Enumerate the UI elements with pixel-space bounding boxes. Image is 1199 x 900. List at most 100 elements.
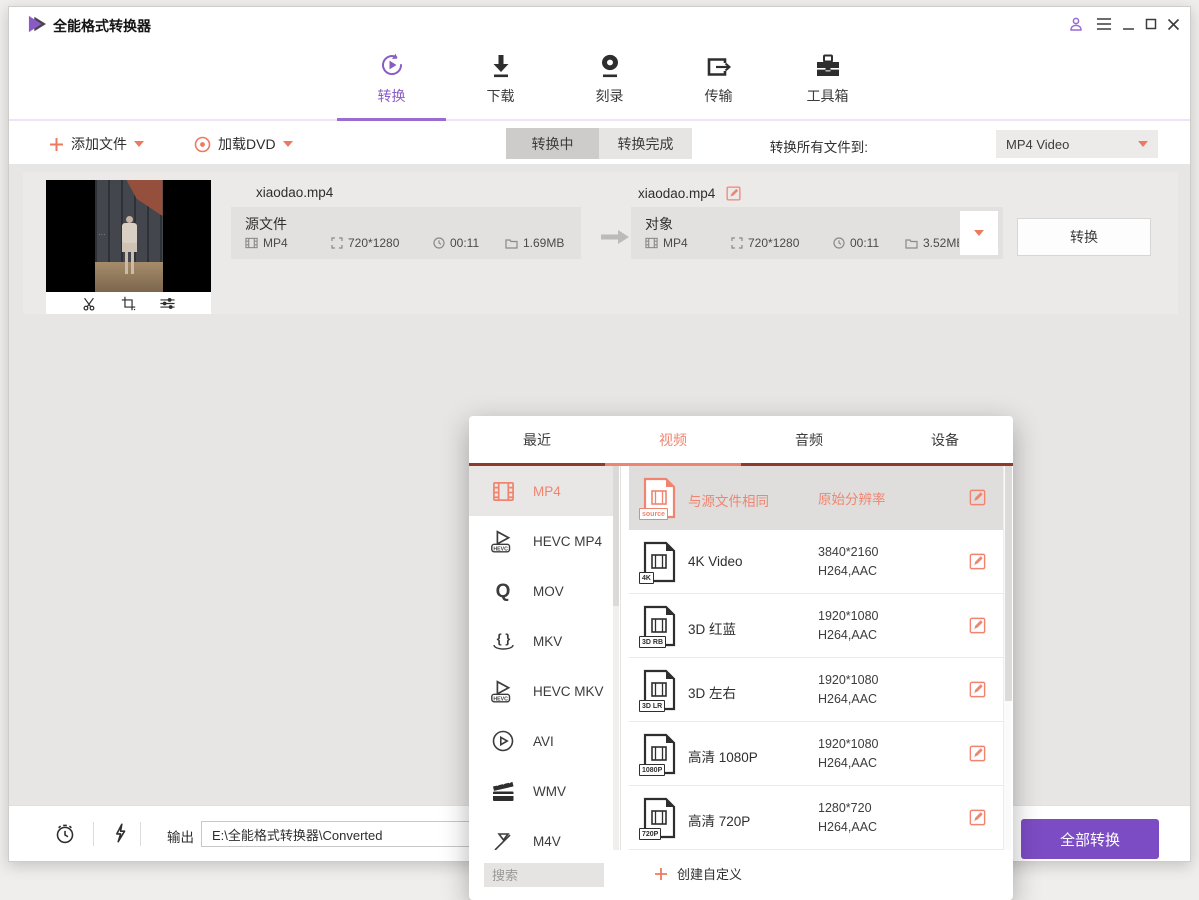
toolbox-icon: [815, 51, 841, 79]
film-icon: [489, 478, 517, 504]
tab-transfer[interactable]: 传输: [664, 51, 773, 106]
plus-icon: [49, 137, 64, 152]
format-item-avi[interactable]: AVI: [469, 716, 614, 766]
edit-preset-icon[interactable]: [968, 488, 987, 507]
toolbar: 添加文件 加载DVD 转换中 转换完成 转换所有文件到: MP4 Video: [9, 123, 1190, 164]
effects-sliders-icon[interactable]: [159, 295, 176, 312]
source-file-name: xiaodao.mp4: [256, 185, 333, 200]
plus-icon: [654, 867, 668, 881]
main-nav: 转换 下载 刻录 传输: [9, 41, 1190, 121]
trim-scissors-icon[interactable]: [81, 295, 98, 312]
tab-converting[interactable]: 转换中: [506, 128, 599, 159]
tab-finished[interactable]: 转换完成: [599, 128, 692, 159]
convert-all-to-label: 转换所有文件到:: [770, 136, 868, 156]
1080p-doc-icon: 1080P: [642, 733, 676, 775]
popup-tab-video[interactable]: 视频: [605, 416, 741, 463]
clock-icon: [833, 237, 845, 249]
file-row[interactable]: ··· xiaodao.mp4 源文件 MP4 720*: [23, 172, 1178, 314]
tab-convert[interactable]: 转换: [337, 51, 446, 106]
high-speed-lightning-icon[interactable]: [109, 822, 131, 844]
popup-tab-device[interactable]: 设备: [877, 416, 1013, 463]
format-item-wmv[interactable]: WMV: [469, 766, 614, 816]
transfer-icon: [705, 51, 733, 79]
account-icon[interactable]: [1066, 14, 1086, 34]
burn-disc-icon: [598, 51, 622, 79]
edit-preset-icon[interactable]: [968, 680, 987, 699]
search-input[interactable]: [484, 863, 604, 887]
output-format-select[interactable]: MP4 Video: [996, 130, 1158, 158]
format-item-mkv[interactable]: { } MKV: [469, 616, 614, 666]
preset-same-as-source[interactable]: source 与源文件相同 原始分辨率: [629, 466, 1003, 530]
file-list-area: ··· xiaodao.mp4 源文件 MP4 720*: [9, 164, 1190, 805]
format-list-scrollbar[interactable]: [613, 466, 619, 850]
source-size: 1.69MB: [505, 236, 564, 250]
format-list: MP4 HEVC HEVC MP4 Q MOV { } MKV HEVC HEV…: [469, 466, 621, 850]
source-panel-title: 源文件: [245, 214, 287, 234]
output-label: 输出: [167, 826, 194, 846]
minimize-button[interactable]: [1118, 14, 1138, 34]
preset-hd-1080p[interactable]: 1080P 高清 1080P 1920*1080H264,AAC: [629, 722, 1003, 786]
target-format-dropdown-button[interactable]: [959, 210, 999, 256]
convert-direction-arrow-icon: [599, 227, 631, 247]
dropdown-caret-icon: [974, 230, 984, 236]
load-dvd-caret-icon: [283, 141, 293, 147]
target-size: 3.52MB: [905, 236, 964, 250]
3d-rb-doc-icon: 3D RB: [642, 605, 676, 647]
convert-all-button[interactable]: 全部转换: [1021, 819, 1159, 859]
film-icon: [245, 237, 258, 249]
format-item-hevc-mkv[interactable]: HEVC HEVC MKV: [469, 666, 614, 716]
app-window: 全能格式转换器 转换: [8, 6, 1191, 862]
target-info-panel: 对象 MP4 720*1280 00:11: [631, 207, 1003, 259]
4k-doc-icon: 4K: [642, 541, 676, 583]
thumbnail-toolbar: [46, 292, 211, 314]
schedule-clock-icon[interactable]: [54, 823, 76, 845]
preset-3d-red-blue[interactable]: 3D RB 3D 红蓝 1920*1080H264,AAC: [629, 594, 1003, 658]
edit-preset-icon[interactable]: [968, 552, 987, 571]
close-button[interactable]: [1163, 14, 1183, 34]
source-format: MP4: [245, 236, 331, 250]
format-item-hevc-mp4[interactable]: HEVC HEVC MP4: [469, 516, 614, 566]
create-custom-button[interactable]: 创建自定义: [654, 864, 742, 883]
app-logo-icon: [27, 15, 47, 33]
edit-preset-icon[interactable]: [968, 616, 987, 635]
preset-3d-left-right[interactable]: 3D LR 3D 左右 1920*1080H264,AAC: [629, 658, 1003, 722]
braces-icon: { }: [489, 628, 517, 654]
preset-list-scrollbar[interactable]: [1003, 466, 1011, 850]
convert-icon: [378, 51, 406, 79]
preset-hd-720p[interactable]: 720P 高清 720P 1280*720H264,AAC: [629, 786, 1003, 850]
popup-footer: 创建自定义: [469, 850, 1013, 900]
edit-preset-icon[interactable]: [968, 808, 987, 827]
target-resolution: 720*1280: [731, 236, 833, 250]
queue-tabs: 转换中 转换完成: [506, 128, 692, 159]
load-dvd-button[interactable]: 加载DVD: [194, 131, 293, 157]
format-item-mp4[interactable]: MP4: [469, 466, 614, 516]
download-icon: [489, 51, 513, 79]
target-file-name-row: xiaodao.mp4: [638, 185, 742, 202]
preset-4k-video[interactable]: 4K 4K Video 3840*2160H264,AAC: [629, 530, 1003, 594]
target-panel-title: 对象: [645, 214, 673, 234]
tab-toolbox[interactable]: 工具箱: [773, 51, 882, 106]
tab-burn[interactable]: 刻录: [555, 51, 664, 106]
rename-edit-icon[interactable]: [725, 185, 742, 202]
add-files-button[interactable]: 添加文件: [49, 131, 144, 157]
preset-list: source 与源文件相同 原始分辨率 4K 4K Video 3840*216…: [629, 466, 1003, 850]
clapperboard-icon: [489, 778, 517, 804]
convert-button[interactable]: 转换: [1017, 218, 1151, 256]
folder-small-icon: [505, 238, 518, 249]
popup-tab-recent[interactable]: 最近: [469, 416, 605, 463]
format-item-mov[interactable]: Q MOV: [469, 566, 614, 616]
active-tab-underline: [337, 118, 446, 121]
play-circle-icon: [489, 728, 517, 754]
source-file-doc-icon: source: [642, 477, 676, 519]
svg-text:HEVC: HEVC: [493, 696, 508, 702]
format-item-m4v[interactable]: M4V: [469, 816, 614, 850]
flag-icon: [489, 828, 517, 850]
source-resolution: 720*1280: [331, 236, 433, 250]
tab-download[interactable]: 下载: [446, 51, 555, 106]
menu-icon[interactable]: [1094, 14, 1114, 34]
crop-icon[interactable]: [120, 295, 137, 312]
popup-tab-audio[interactable]: 音频: [741, 416, 877, 463]
maximize-button[interactable]: [1141, 14, 1161, 34]
edit-preset-icon[interactable]: [968, 744, 987, 763]
format-picker-popup: 最近 视频 音频 设备 MP4 HEVC HEVC MP4 Q: [469, 416, 1013, 900]
